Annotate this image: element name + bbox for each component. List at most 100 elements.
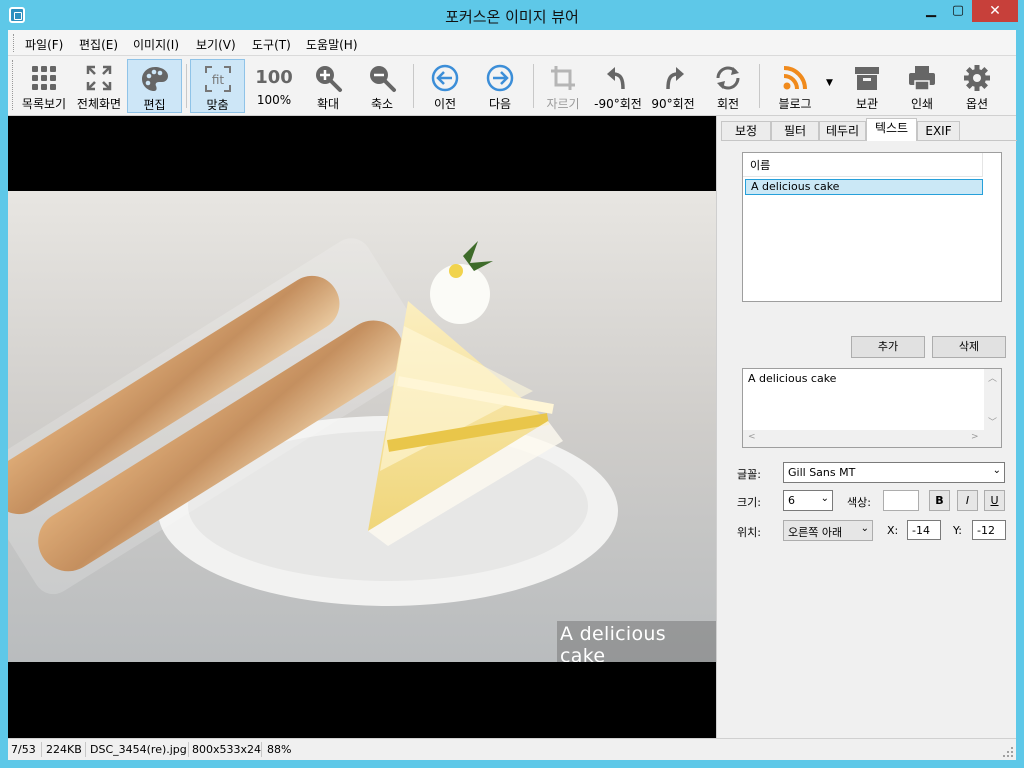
blog-dropdown-icon[interactable]: ▼ bbox=[826, 78, 833, 88]
menu-edit[interactable]: 편집(E) bbox=[79, 36, 118, 53]
maximize-button[interactable]: ▢ bbox=[944, 0, 972, 22]
size-select[interactable]: 6 ⌄ bbox=[783, 490, 833, 511]
menu-help[interactable]: 도움말(H) bbox=[306, 36, 358, 53]
y-offset-input[interactable]: -12 bbox=[972, 520, 1006, 540]
rotate-right-icon bbox=[666, 67, 684, 90]
tab-filter[interactable]: 필터 bbox=[771, 121, 819, 141]
fit-button[interactable]: fit 맞춤 bbox=[190, 59, 245, 113]
crop-button[interactable]: 자르기 bbox=[536, 59, 590, 113]
fullscreen-button[interactable]: 전체화면 bbox=[72, 59, 126, 113]
status-filesize: 224KB bbox=[46, 743, 82, 756]
gear-icon bbox=[964, 65, 990, 91]
scroll-left-icon[interactable]: < bbox=[748, 432, 756, 442]
menu-tools[interactable]: 도구(T) bbox=[252, 36, 291, 53]
archive-label: 보관 bbox=[855, 97, 879, 111]
print-label: 인쇄 bbox=[910, 97, 934, 111]
resize-grip-icon[interactable] bbox=[1002, 746, 1014, 758]
fit-label: 맞춤 bbox=[206, 98, 229, 112]
toolbar-separator bbox=[533, 64, 534, 108]
zoom-in-button[interactable]: 확대 bbox=[301, 59, 355, 113]
blog-button[interactable]: 블로그 bbox=[766, 59, 824, 113]
status-index: 7/53 bbox=[11, 743, 36, 756]
bold-button[interactable]: B bbox=[929, 490, 950, 511]
options-label: 옵션 bbox=[965, 97, 989, 111]
fullscreen-icon bbox=[86, 65, 112, 91]
next-label: 다음 bbox=[488, 97, 512, 111]
x-label: X: bbox=[887, 524, 899, 537]
font-label: 글꼴: bbox=[737, 468, 761, 481]
actual-size-label: 100% bbox=[256, 93, 292, 107]
list-header-name[interactable]: 이름 bbox=[743, 153, 983, 177]
menu-image[interactable]: 이미지(I) bbox=[133, 36, 179, 53]
status-separator bbox=[85, 742, 86, 757]
prev-button[interactable]: 이전 bbox=[418, 59, 472, 113]
rotate-ccw-button[interactable]: -90°회전 bbox=[591, 59, 645, 113]
list-item[interactable]: A delicious cake bbox=[745, 179, 983, 195]
status-filename: DSC_3454(re).jpg bbox=[90, 743, 187, 756]
color-swatch[interactable] bbox=[883, 490, 919, 511]
text-edit-value: A delicious cake bbox=[748, 372, 837, 385]
list-view-button[interactable]: 목록보기 bbox=[16, 59, 72, 113]
photo: A delicious cake bbox=[8, 191, 716, 662]
next-button[interactable]: 다음 bbox=[473, 59, 527, 113]
rotate-cw-label: 90°회전 bbox=[651, 97, 695, 111]
print-button[interactable]: 인쇄 bbox=[895, 59, 949, 113]
position-select[interactable]: 오른쪽 아래 ⌄ bbox=[783, 520, 873, 541]
menu-grip[interactable] bbox=[13, 34, 16, 52]
menu-view[interactable]: 보기(V) bbox=[196, 36, 236, 53]
fit-icon-text: fit bbox=[211, 73, 224, 87]
add-button[interactable]: 추가 bbox=[851, 336, 925, 358]
actual-size-button[interactable]: 100 100% bbox=[247, 59, 301, 113]
printer-icon bbox=[909, 66, 935, 91]
image-viewer[interactable]: A delicious cake bbox=[8, 116, 716, 738]
title-bar: 포커스온 이미지 뷰어 ▁ ▢ ✕ bbox=[0, 0, 1024, 30]
scroll-corner bbox=[984, 430, 1001, 447]
rss-icon bbox=[783, 66, 807, 90]
toolbar-grip[interactable] bbox=[12, 60, 15, 110]
tab-border[interactable]: 테두리 bbox=[819, 121, 866, 141]
zoom-in-icon bbox=[316, 66, 342, 92]
text-list[interactable]: 이름 A delicious cake bbox=[742, 152, 1002, 302]
scroll-down-icon[interactable]: ﹀ bbox=[988, 415, 997, 428]
scroll-right-icon[interactable]: > bbox=[971, 432, 979, 442]
minimize-button[interactable]: ▁ bbox=[918, 0, 944, 22]
zoom-out-button[interactable]: 축소 bbox=[355, 59, 409, 113]
arrow-left-icon bbox=[431, 64, 459, 92]
palette-icon bbox=[141, 67, 168, 91]
scroll-up-icon[interactable]: ︿ bbox=[988, 371, 997, 384]
options-button[interactable]: 옵션 bbox=[950, 59, 1004, 113]
blog-label: 블로그 bbox=[778, 97, 812, 111]
status-separator bbox=[41, 742, 42, 757]
tab-exif[interactable]: EXIF bbox=[917, 121, 960, 141]
font-select[interactable]: Gill Sans MT ⌄ bbox=[783, 462, 1005, 483]
size-label: 크기: bbox=[737, 496, 761, 509]
toolbar-separator bbox=[186, 64, 187, 108]
menu-file[interactable]: 파일(F) bbox=[25, 36, 63, 53]
text-edit-area[interactable]: A delicious cake ︿ ﹀ < > bbox=[742, 368, 1002, 448]
font-select-value: Gill Sans MT bbox=[788, 466, 856, 479]
window-title: 포커스온 이미지 뷰어 bbox=[445, 8, 579, 26]
archive-icon bbox=[855, 67, 879, 90]
color-label: 색상: bbox=[847, 496, 871, 509]
image-caption: A delicious cake bbox=[557, 621, 716, 662]
close-button[interactable]: ✕ bbox=[972, 0, 1018, 22]
archive-button[interactable]: 보관 bbox=[840, 59, 894, 113]
rotate-button[interactable]: 회전 bbox=[701, 59, 755, 113]
horizontal-scrollbar[interactable]: < > bbox=[743, 430, 985, 447]
x-offset-input[interactable]: -14 bbox=[907, 520, 941, 540]
vertical-scrollbar[interactable]: ︿ ﹀ bbox=[984, 369, 1001, 431]
zoom-out-icon bbox=[370, 66, 396, 92]
actual-size-icon: 100 bbox=[255, 67, 293, 88]
status-separator bbox=[188, 742, 189, 757]
edit-button[interactable]: 편집 bbox=[127, 59, 182, 113]
zoom-in-label: 확대 bbox=[316, 97, 340, 111]
rotate-cw-button[interactable]: 90°회전 bbox=[646, 59, 700, 113]
tab-adjust[interactable]: 보정 bbox=[721, 121, 771, 141]
italic-button[interactable]: I bbox=[957, 490, 978, 511]
y-label: Y: bbox=[953, 524, 962, 537]
underline-button[interactable]: U bbox=[984, 490, 1005, 511]
edit-label: 편집 bbox=[143, 98, 166, 112]
delete-button[interactable]: 삭제 bbox=[932, 336, 1006, 358]
status-zoom: 88% bbox=[267, 743, 292, 756]
tab-text[interactable]: 텍스트 bbox=[866, 118, 917, 141]
